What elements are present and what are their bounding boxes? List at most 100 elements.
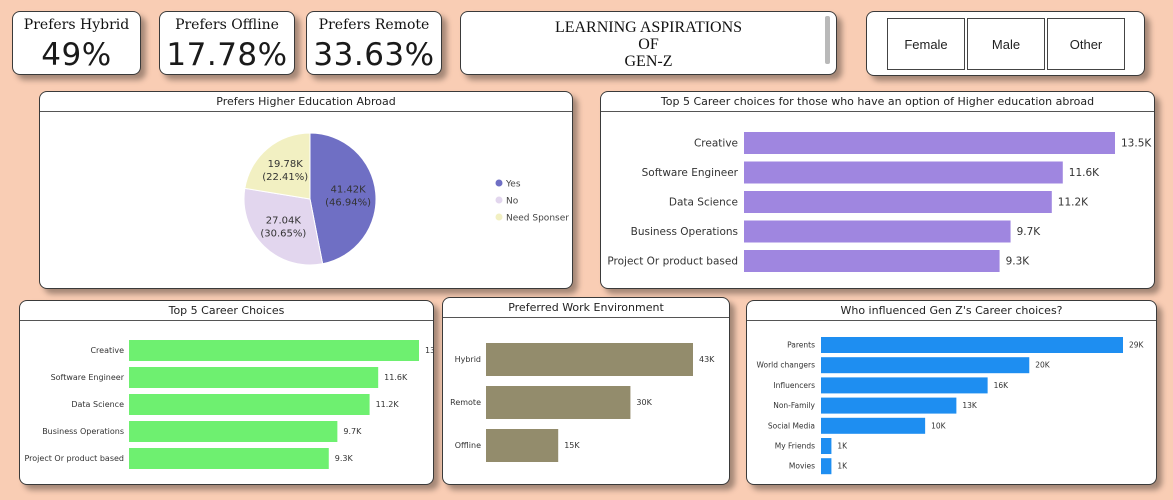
- kpi-value: 33.63%: [313, 37, 435, 73]
- category-label: World changers: [757, 361, 816, 370]
- category-label: Movies: [789, 462, 815, 471]
- data-label: 9.3K: [335, 454, 354, 463]
- influence-chart-title: Who influenced Gen Z's Career choices?: [747, 301, 1156, 321]
- slicer-other-button[interactable]: Other: [1047, 18, 1125, 70]
- legend-label: Yes: [505, 180, 521, 190]
- pie-value-label: 41.42K: [331, 184, 367, 195]
- data-label: 11.2K: [376, 400, 400, 409]
- bar: [821, 417, 926, 434]
- data-label: 43K: [699, 355, 715, 364]
- title-scrollbar[interactable]: [825, 16, 830, 64]
- top-career-chart-title: Top 5 Career Choices: [20, 301, 433, 321]
- bar: [821, 377, 988, 394]
- category-label: Non-Family: [773, 401, 815, 410]
- bar: [129, 421, 338, 442]
- category-label: Software Engineer: [51, 373, 125, 382]
- category-label: Business Operations: [631, 226, 738, 238]
- title-line-1: LEARNING ASPIRATIONS: [554, 19, 743, 36]
- bar: [821, 337, 1123, 353]
- legend-marker: [495, 196, 503, 204]
- kpi-card-hybrid: Prefers Hybrid 49%: [12, 11, 141, 75]
- bar: [821, 458, 832, 475]
- data-label: 1K: [837, 462, 848, 471]
- pie-panel: Prefers Higher Education Abroad 41.42K (4…: [39, 91, 573, 289]
- category-label: Project Or product based: [24, 454, 124, 463]
- bar: [821, 357, 1030, 374]
- category-label: Software Engineer: [642, 167, 739, 179]
- bar: [821, 438, 832, 454]
- kpi-value: 17.78%: [166, 37, 288, 73]
- pie-pct-label: (46.94%): [325, 197, 371, 208]
- legend-marker: [495, 213, 503, 221]
- bar: [486, 386, 631, 419]
- data-label: 13.5K: [425, 346, 433, 355]
- kpi-title: Prefers Hybrid: [23, 17, 130, 33]
- category-label: Hybrid: [455, 355, 481, 364]
- data-label: 13.5K: [1121, 138, 1152, 150]
- bar: [129, 367, 379, 388]
- category-label: Offline: [455, 441, 481, 450]
- bar: [821, 397, 957, 414]
- bar: [129, 340, 419, 361]
- kpi-title: Prefers Remote: [318, 17, 430, 33]
- category-label: Project Or product based: [607, 256, 738, 268]
- bar: [129, 448, 329, 469]
- data-label: 11.6K: [384, 373, 408, 382]
- pie-chart-title: Prefers Higher Education Abroad: [40, 92, 572, 112]
- data-label: 1K: [837, 442, 848, 451]
- bar: [744, 191, 1052, 213]
- work-env-chart: Hybrid 43K Remote 30K Offline 15K: [450, 343, 715, 462]
- top-career-panel: Top 5 Career Choices Creative 13.5K Softwa…: [19, 300, 434, 485]
- pie-pct-label: (22.41%): [262, 172, 308, 183]
- legend-label: No: [506, 197, 519, 207]
- data-label: 13K: [962, 401, 978, 410]
- category-label: Creative: [90, 346, 124, 355]
- legend-marker: [495, 179, 503, 187]
- data-label: 9.3K: [1006, 256, 1031, 268]
- category-label: Creative: [694, 138, 738, 150]
- pie-chart: 41.42K (46.94%) 27.04K (30.65%) 19.78K (22.41…: [243, 132, 569, 266]
- bar: [486, 429, 559, 462]
- pie-value-label: 27.04K: [266, 215, 302, 226]
- data-label: 11.2K: [1058, 197, 1089, 209]
- category-label: Data Science: [71, 400, 124, 409]
- data-label: 11.6K: [1069, 167, 1100, 179]
- data-label: 15K: [564, 441, 580, 450]
- category-label: Remote: [450, 398, 481, 407]
- category-label: Influencers: [773, 381, 815, 390]
- data-label: 29K: [1129, 341, 1145, 350]
- kpi-card-remote: Prefers Remote 33.63%: [306, 11, 442, 75]
- data-label: 30K: [636, 398, 652, 407]
- category-label: Parents: [787, 341, 815, 350]
- pie-pct-label: (30.65%): [260, 228, 306, 239]
- bar: [486, 343, 693, 376]
- work-env-panel: Preferred Work Environment Hybrid 43K Remo…: [442, 297, 730, 485]
- kpi-card-offline: Prefers Offline 17.78%: [159, 11, 295, 75]
- pie-value-label: 19.78K: [268, 159, 304, 170]
- bar: [744, 220, 1011, 243]
- data-label: 9.7K: [343, 427, 362, 436]
- bar: [744, 161, 1063, 184]
- slicer-female-button[interactable]: Female: [887, 18, 965, 70]
- abroad-career-panel: Top 5 Career choices for those who have …: [600, 91, 1155, 289]
- data-label: 16K: [994, 381, 1010, 390]
- slicer-male-button[interactable]: Male: [967, 18, 1045, 70]
- data-label: 10K: [931, 421, 947, 430]
- data-label: 20K: [1035, 361, 1051, 370]
- bar: [744, 250, 1000, 272]
- influence-chart: Parents 29K World changers 20K Influencers 16…: [757, 337, 1145, 475]
- category-label: Social Media: [768, 421, 815, 430]
- data-label: 9.7K: [1017, 226, 1042, 238]
- kpi-value: 49%: [41, 37, 112, 73]
- title-line-2: OF: [638, 36, 659, 53]
- bar: [129, 394, 370, 415]
- dashboard-title: LEARNING ASPIRATIONS OF GEN-Z: [460, 11, 837, 75]
- legend-label: Need Sponser: [506, 214, 569, 224]
- bar: [744, 132, 1115, 154]
- kpi-title: Prefers Offline: [175, 17, 279, 33]
- abroad-career-chart: Creative 13.5K Software Engineer 11.6K Data …: [607, 132, 1152, 272]
- abroad-career-chart-title: Top 5 Career choices for those who have …: [601, 92, 1154, 112]
- title-line-3: GEN-Z: [624, 53, 673, 70]
- category-label: Business Operations: [42, 427, 124, 436]
- gender-slicer: Female Male Other: [866, 11, 1145, 76]
